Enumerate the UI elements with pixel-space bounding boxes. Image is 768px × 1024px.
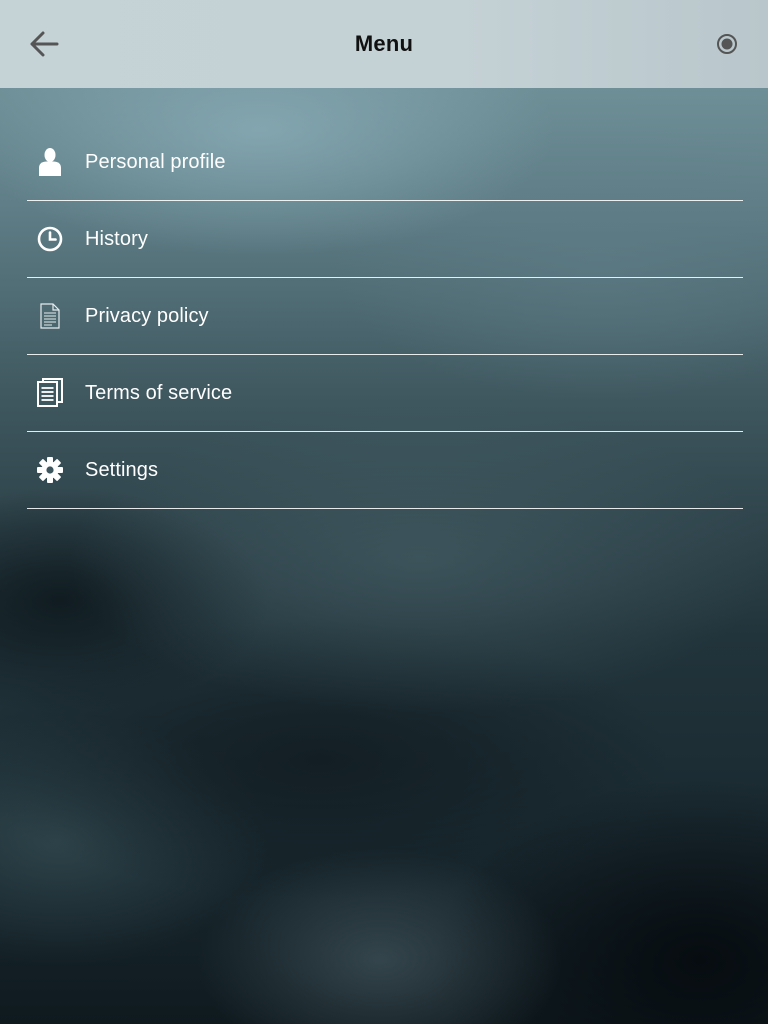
menu-item-label: History xyxy=(85,227,148,250)
menu-item-settings[interactable]: Settings xyxy=(27,432,743,509)
menu-list: Personal profile History Privacy policy xyxy=(27,124,743,509)
record-button[interactable] xyxy=(710,27,744,61)
documents-icon xyxy=(35,378,65,408)
top-bar: Menu xyxy=(0,0,768,88)
menu-item-label: Personal profile xyxy=(85,150,226,173)
menu-item-personal-profile[interactable]: Personal profile xyxy=(27,124,743,201)
clock-icon xyxy=(35,224,65,254)
menu-item-label: Privacy policy xyxy=(85,304,209,327)
record-icon xyxy=(717,34,737,54)
menu-item-label: Terms of service xyxy=(85,381,233,404)
menu-item-privacy-policy[interactable]: Privacy policy xyxy=(27,278,743,355)
person-icon xyxy=(35,147,65,177)
menu-item-history[interactable]: History xyxy=(27,201,743,278)
menu-item-label: Settings xyxy=(85,458,159,481)
menu-item-terms-of-service[interactable]: Terms of service xyxy=(27,355,743,432)
gear-icon xyxy=(35,455,65,485)
page-title: Menu xyxy=(354,31,414,56)
document-icon xyxy=(35,301,65,331)
